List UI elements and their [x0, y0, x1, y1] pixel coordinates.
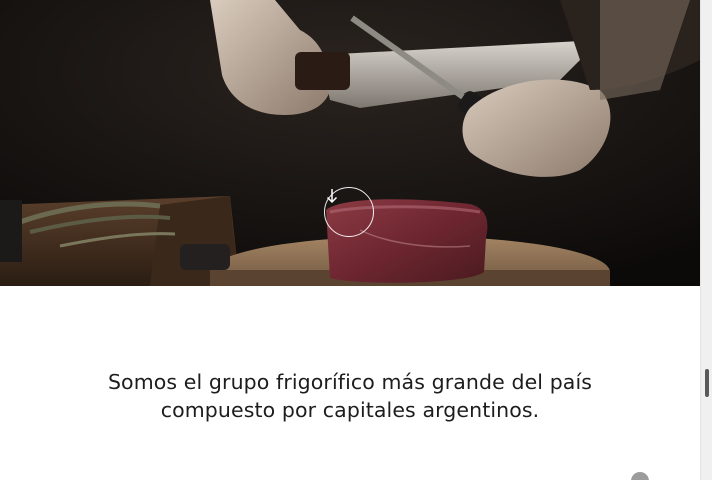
scrollbar-thumb[interactable]: [705, 369, 709, 397]
page-scrollbar[interactable]: [700, 0, 712, 480]
intro-section: Somos el grupo frigorífico más grande de…: [0, 286, 700, 480]
hero-section: [0, 0, 700, 286]
scroll-down-button[interactable]: [324, 187, 374, 237]
page: Somos el grupo frigorífico más grande de…: [0, 0, 700, 480]
intro-heading-line-1: Somos el grupo frigorífico más grande de…: [107, 370, 593, 394]
intro-heading: Somos el grupo frigorífico más grande de…: [0, 368, 700, 424]
arrow-down-icon: [326, 189, 338, 204]
intro-heading-line-2: compuesto por capitales argentinos.: [160, 398, 540, 422]
hero-image: [0, 0, 700, 286]
